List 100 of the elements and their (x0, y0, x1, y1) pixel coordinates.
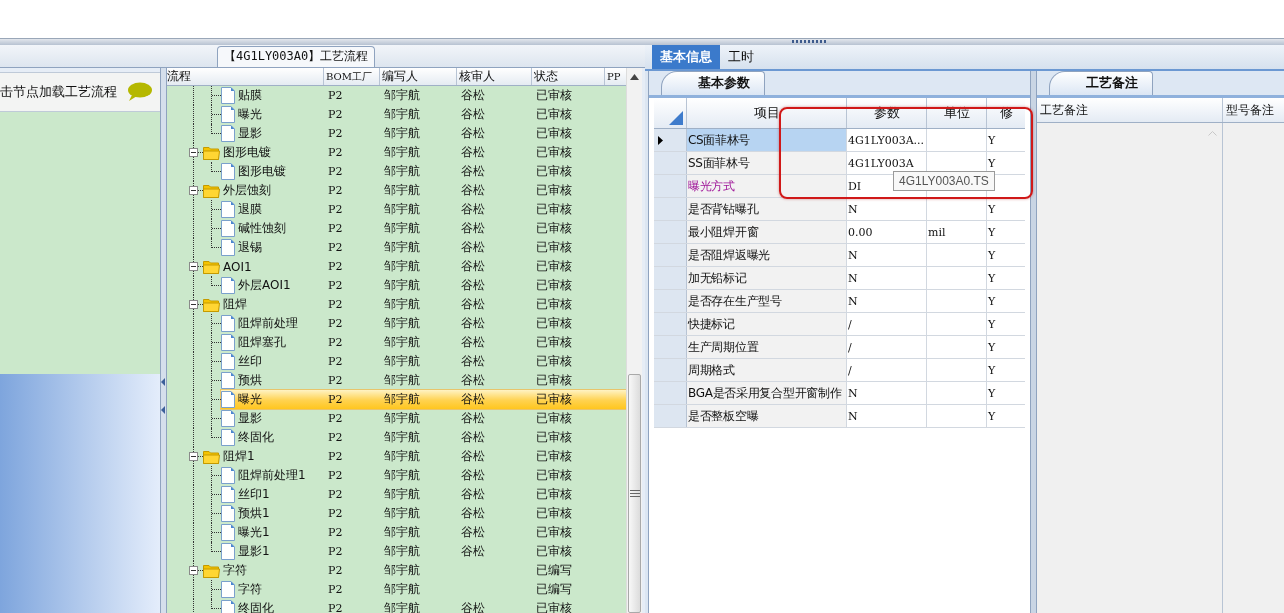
reviewer-cell-text: 谷松 (460, 125, 486, 142)
value-cell[interactable]: / (847, 336, 927, 358)
tree-row[interactable]: AOI1 P2 邹宇航 谷松 已审核 (203, 257, 627, 276)
collapse-arrow-icon[interactable] (161, 378, 165, 386)
tree-row[interactable]: 显影1 P2 邹宇航 谷松 已审核 (221, 542, 627, 561)
value-cell[interactable]: N (847, 198, 927, 220)
tree-row[interactable]: 碱性蚀刻 P2 邹宇航 谷松 已审核 (221, 219, 627, 238)
reviewer-cell-text: 谷松 (460, 201, 486, 218)
tree-row[interactable]: 预烘1 P2 邹宇航 谷松 已审核 (221, 504, 627, 523)
step-name: 图形电镀 (223, 144, 271, 161)
collapse-icon[interactable] (189, 452, 198, 461)
column-header[interactable]: 状态 (532, 68, 605, 85)
modified-cell: Y (987, 405, 1025, 427)
tree-row[interactable]: 阻焊前处理 P2 邹宇航 谷松 已审核 (221, 314, 627, 333)
tree-row[interactable]: 曝光1 P2 邹宇航 谷松 已审核 (221, 523, 627, 542)
column-header[interactable]: 型号备注 (1223, 98, 1274, 122)
collapse-icon[interactable] (189, 186, 198, 195)
splitter-grip-icon[interactable] (792, 40, 828, 43)
author-cell-text: 邹宇航 (383, 220, 421, 237)
value-cell[interactable]: N (847, 244, 927, 266)
tree-row[interactable]: 终固化 P2 邹宇航 谷松 已审核 (221, 428, 627, 447)
status-cell-text: 已编写 (535, 581, 573, 598)
collapse-icon[interactable] (189, 262, 198, 271)
tree-row[interactable]: 退膜 P2 邹宇航 谷松 已审核 (221, 200, 627, 219)
reviewer-cell-text: 谷松 (460, 296, 486, 313)
tree-row[interactable]: 图形电镀 P2 邹宇航 谷松 已审核 (203, 143, 627, 162)
value-cell[interactable]: / (847, 313, 927, 335)
tab[interactable]: 基本信息 (652, 45, 720, 69)
value-cell[interactable]: N (847, 382, 927, 404)
tree-row[interactable]: 阻焊1 P2 邹宇航 谷松 已审核 (203, 447, 627, 466)
step-name: 曝光 (238, 106, 262, 123)
factory-cell-text: P2 (327, 355, 344, 368)
tree-row[interactable]: 外层蚀刻 P2 邹宇航 谷松 已审核 (203, 181, 627, 200)
column-header[interactable]: 核审人 (457, 68, 532, 85)
step-name: 碱性蚀刻 (238, 220, 286, 237)
factory-cell-text: P2 (327, 146, 344, 159)
value-cell[interactable]: N (847, 267, 927, 289)
scroll-thumb[interactable] (628, 374, 641, 613)
status-cell-text: 已审核 (535, 125, 573, 142)
column-header[interactable]: 流程 (167, 68, 324, 85)
value-cell[interactable]: N (847, 290, 927, 312)
collapse-icon[interactable] (189, 566, 198, 575)
scroll-up-icon[interactable] (630, 74, 639, 80)
column-header[interactable]: 项目 (687, 98, 847, 128)
tree-row[interactable]: 显影 P2 邹宇航 谷松 已审核 (221, 409, 627, 428)
row-header[interactable] (654, 129, 687, 151)
collapse-icon[interactable] (189, 300, 198, 309)
tree-row[interactable]: 阻焊塞孔 P2 邹宇航 谷松 已审核 (221, 333, 627, 352)
factory-cell-text: P2 (327, 412, 344, 425)
tab[interactable]: 基本参数 (661, 71, 765, 95)
value-cell[interactable]: N (847, 405, 927, 427)
author-cell-text: 邹宇航 (383, 562, 421, 579)
value-cell[interactable]: 4G1LY003A... (847, 129, 927, 151)
value-cell[interactable]: / (847, 359, 927, 381)
step-name: 外层蚀刻 (223, 182, 271, 199)
tree-row[interactable]: 阻焊前处理1 P2 邹宇航 谷松 已审核 (221, 466, 627, 485)
collapse-icon[interactable] (189, 148, 198, 157)
status-cell-text: 已审核 (535, 448, 573, 465)
tree-row[interactable]: 预烘 P2 邹宇航 谷松 已审核 (221, 371, 627, 390)
step-name: 显影 (238, 410, 262, 427)
column-header[interactable]: 工艺备注 (1037, 98, 1223, 122)
tree-row[interactable]: 贴膜 P2 邹宇航 谷松 已审核 (221, 86, 627, 105)
tree-row[interactable]: 阻焊 P2 邹宇航 谷松 已审核 (203, 295, 627, 314)
tree-row[interactable]: 字符 P2 邹宇航 已编写 (203, 561, 627, 580)
reviewer-cell-text: 谷松 (460, 258, 486, 275)
reviewer-cell-text: 谷松 (460, 106, 486, 123)
document-icon (221, 239, 235, 256)
step-name: 阻焊1 (223, 448, 255, 465)
remark-field[interactable] (1037, 123, 1223, 613)
tree-row[interactable]: 外层AOI1 P2 邹宇航 谷松 已审核 (221, 276, 627, 295)
folder-icon (203, 563, 220, 578)
tree-row[interactable]: 退锡 P2 邹宇航 谷松 已审核 (221, 238, 627, 257)
tree-row[interactable]: 字符 P2 邹宇航 已编写 (221, 580, 627, 599)
remark-field[interactable] (1223, 123, 1284, 613)
grip-icon (629, 490, 640, 497)
document-icon (221, 543, 235, 560)
document-icon (221, 106, 235, 123)
scrollbar[interactable] (626, 68, 642, 613)
tree-row[interactable]: 曝光 P2 邹宇航 谷松 已审核 (221, 390, 627, 409)
author-cell-text: 邹宇航 (383, 144, 421, 161)
column-header[interactable]: BOM工厂 (324, 68, 380, 85)
column-header[interactable]: 编写人 (380, 68, 457, 85)
reviewer-cell-text: 谷松 (460, 505, 486, 522)
unit-cell: mil (927, 221, 987, 243)
document-icon (221, 486, 235, 503)
splitter-bar[interactable] (1030, 71, 1037, 613)
author-cell-text: 邹宇航 (383, 372, 421, 389)
author-cell-text: 邹宇航 (383, 581, 421, 598)
tree-row[interactable]: 丝印1 P2 邹宇航 谷松 已审核 (221, 485, 627, 504)
tab[interactable]: 工时 (720, 45, 762, 69)
tab[interactable]: 工艺备注 (1049, 71, 1153, 95)
tree-row[interactable]: 图形电镀 P2 邹宇航 谷松 已审核 (221, 162, 627, 181)
factory-cell-text: P2 (327, 279, 344, 292)
tree-row[interactable]: 曝光 P2 邹宇航 谷松 已审核 (221, 105, 627, 124)
tree-row[interactable]: 丝印 P2 邹宇航 谷松 已审核 (221, 352, 627, 371)
collapse-arrow-icon[interactable] (161, 406, 165, 414)
value-cell[interactable]: 0.00 (847, 221, 927, 243)
factory-cell-text: P2 (327, 165, 344, 178)
tree-row[interactable]: 终固化 P2 邹宇航 谷松 已审核 (221, 599, 627, 613)
tree-row[interactable]: 显影 P2 邹宇航 谷松 已审核 (221, 124, 627, 143)
